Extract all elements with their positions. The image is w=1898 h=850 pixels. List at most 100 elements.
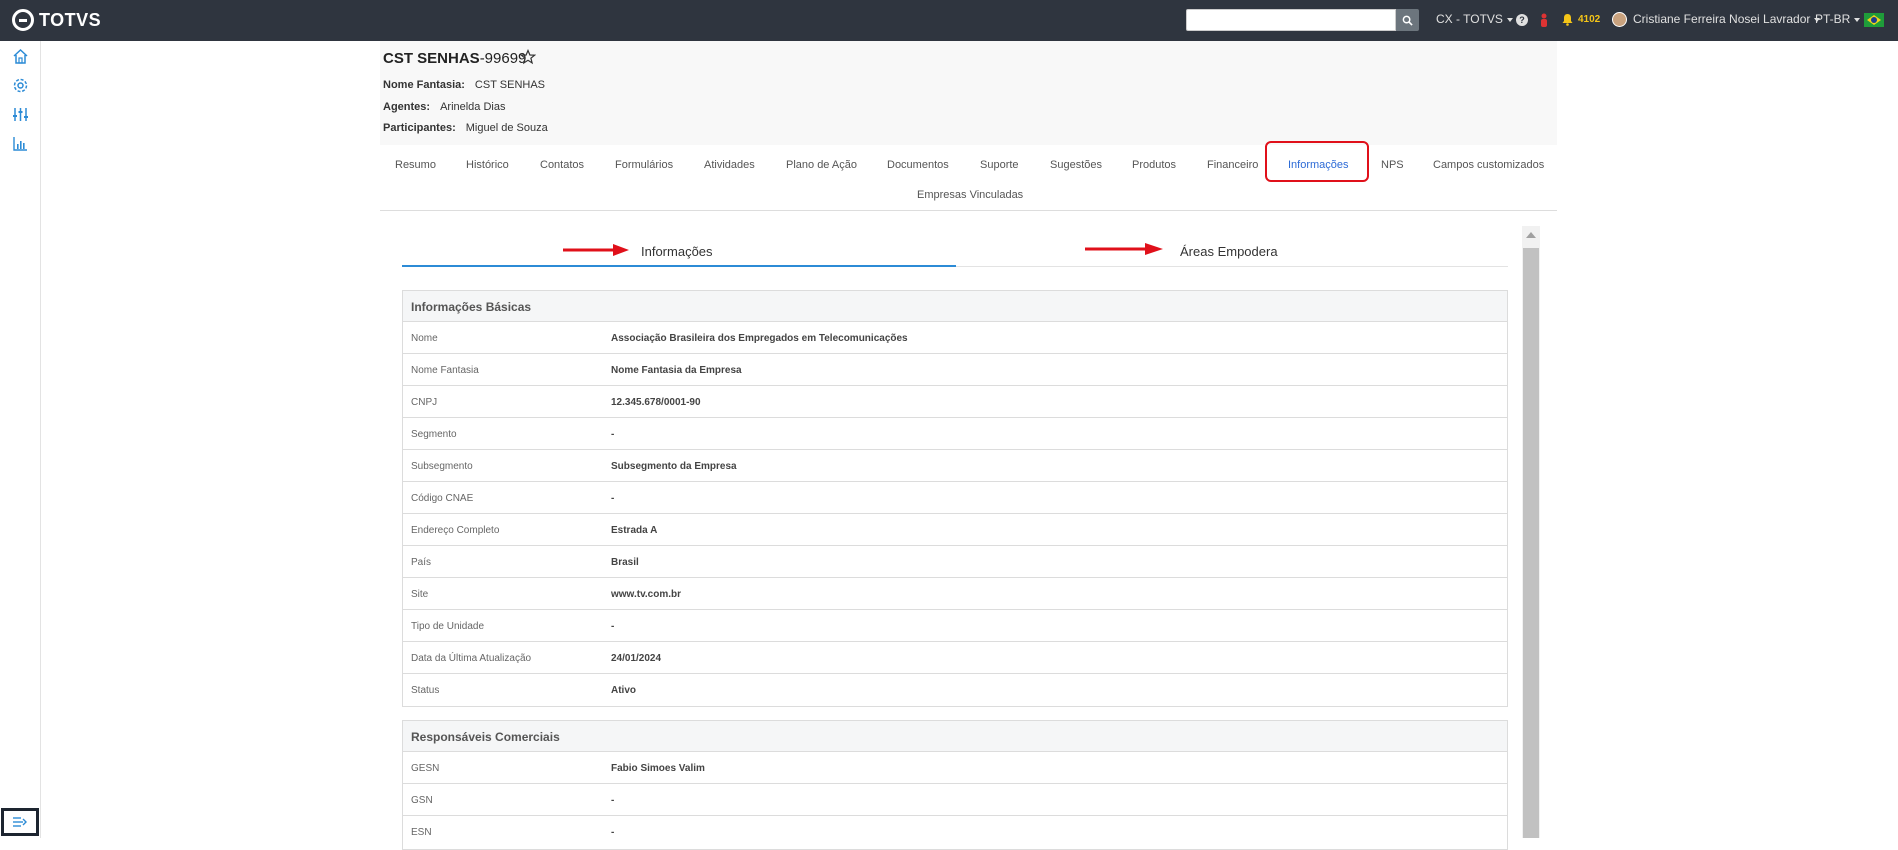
tab-plano-de-acao[interactable]: Plano de Ação (786, 159, 857, 171)
field-label: CNPJ (411, 397, 438, 408)
table-row: GSN - (403, 784, 1507, 816)
field-label: Segmento (411, 429, 457, 440)
tab-atividades[interactable]: Atividades (704, 159, 755, 171)
person-alert-icon[interactable] (1539, 13, 1549, 27)
bell-icon[interactable] (1562, 13, 1573, 26)
subtab-divider (956, 266, 1508, 267)
help-icon[interactable]: ? (1516, 14, 1528, 26)
table-row: ESN - (403, 816, 1507, 848)
nome-fantasia-row: Nome Fantasia: CST SENHAS (383, 79, 545, 91)
tab-historico[interactable]: Histórico (466, 159, 509, 171)
field-value: 24/01/2024 (611, 653, 662, 664)
search-button[interactable] (1396, 9, 1419, 31)
tab-documentos[interactable]: Documentos (887, 159, 949, 171)
totvs-logo[interactable]: TOTVS (12, 9, 101, 31)
field-value: - (611, 493, 615, 504)
org-selector[interactable]: CX - TOTVS (1436, 12, 1513, 26)
field-value: Fabio Simoes Valim (611, 763, 705, 774)
field-value: Subsegmento da Empresa (611, 461, 737, 472)
bar-chart-icon[interactable] (12, 135, 29, 152)
table-row: Endereço Completo Estrada A (403, 514, 1507, 546)
nome-fantasia-value: CST SENHAS (474, 79, 546, 91)
nome-fantasia-label: Nome Fantasia: (383, 79, 465, 91)
field-label: GSN (411, 795, 433, 806)
sliders-icon[interactable] (12, 106, 29, 123)
field-value: Associação Brasileira dos Empregados em … (611, 333, 908, 344)
tab-bar (380, 145, 1557, 211)
scroll-up-icon[interactable] (1526, 232, 1536, 238)
subtab-informacoes[interactable]: Informações (641, 244, 713, 259)
user-menu[interactable]: Cristiane Ferreira Nosei Lavrador (1633, 12, 1821, 26)
tab-formularios[interactable]: Formulários (615, 159, 673, 171)
table-row: Código CNAE - (403, 482, 1507, 514)
field-label: GESN (411, 763, 440, 774)
tab-resumo[interactable]: Resumo (395, 159, 436, 171)
subtab-active-indicator (402, 265, 956, 267)
field-label: Subsegmento (411, 461, 473, 472)
tab-financeiro[interactable]: Financeiro (1207, 159, 1258, 171)
field-value: Estrada A (611, 525, 658, 536)
table-row: Nome Associação Brasileira dos Empregados… (403, 322, 1507, 354)
user-name: Cristiane Ferreira Nosei Lavrador (1633, 12, 1811, 26)
table-row: CNPJ 12.345.678/0001-90 (403, 386, 1507, 418)
language-label: PT-BR (1815, 12, 1851, 26)
field-label: Tipo de Unidade (411, 621, 485, 632)
agentes-label: Agentes: (383, 101, 431, 113)
field-value: 12.345.678/0001-90 (611, 397, 701, 408)
chevron-down-icon (1506, 17, 1513, 22)
left-sidebar (0, 41, 41, 838)
table-row: Nome Fantasia Nome Fantasia da Empresa (403, 354, 1507, 386)
field-label: Nome Fantasia (411, 365, 479, 376)
tab-produtos[interactable]: Produtos (1132, 159, 1176, 171)
search-icon (1402, 15, 1413, 26)
commercial-section: Responsáveis Comerciais GESN Fabio Simoes… (402, 720, 1508, 850)
tab-nps[interactable]: NPS (1381, 159, 1404, 171)
field-value: - (611, 429, 615, 440)
chevron-down-icon (1854, 17, 1861, 22)
language-selector[interactable]: PT-BR (1815, 12, 1861, 26)
field-label: ESN (411, 827, 432, 838)
table-row: GESN Fabio Simoes Valim (403, 752, 1507, 784)
field-value: - (611, 827, 615, 838)
sidebar-toggle-button[interactable] (1, 808, 39, 836)
top-navbar: TOTVS CX - TOTVS ? 4102 Cristiane Ferrei… (0, 0, 1898, 41)
field-value: www.tv.com.br (611, 589, 682, 600)
company-header (380, 41, 1557, 145)
search-input[interactable] (1186, 9, 1396, 31)
tab-sugestoes[interactable]: Sugestões (1050, 159, 1102, 171)
org-selector-label: CX - TOTVS (1436, 12, 1503, 26)
field-value: Nome Fantasia da Empresa (611, 365, 742, 376)
tab-contatos[interactable]: Contatos (540, 159, 584, 171)
scrollbar-thumb[interactable] (1523, 248, 1539, 838)
field-value: Brasil (611, 557, 639, 568)
table-row: Status Ativo (403, 674, 1507, 706)
tab-suporte[interactable]: Suporte (980, 159, 1019, 171)
table-row: País Brasil (403, 546, 1507, 578)
agentes-value: Arinelda Dias (440, 101, 506, 113)
field-label: Site (411, 589, 429, 600)
participantes-row: Participantes: Miguel de Souza (383, 122, 548, 134)
settings-gear-icon[interactable] (12, 77, 29, 94)
field-value: Ativo (611, 685, 636, 696)
field-label: Status (411, 685, 440, 696)
red-arrow-annotation (1085, 243, 1163, 255)
user-avatar[interactable] (1612, 12, 1627, 27)
table-row: Tipo de Unidade - (403, 610, 1507, 642)
field-label: País (411, 557, 432, 568)
tab-empresas-vinculadas[interactable]: Empresas Vinculadas (917, 189, 1023, 201)
brazil-flag-icon[interactable] (1864, 13, 1884, 27)
brand-name: TOTVS (39, 9, 102, 30)
favorite-star-icon[interactable] (520, 49, 536, 65)
agentes-row: Agentes: Arinelda Dias (383, 101, 505, 113)
company-name: CST SENHAS (383, 50, 480, 67)
table-row: Site www.tv.com.br (403, 578, 1507, 610)
field-label: Endereço Completo (411, 525, 500, 536)
field-value: - (611, 795, 615, 806)
home-icon[interactable] (12, 48, 29, 65)
tab-campos-customizados[interactable]: Campos customizados (1433, 159, 1544, 171)
totvs-logo-icon (12, 9, 34, 31)
subtab-areas-empodera[interactable]: Áreas Empodera (1180, 244, 1278, 259)
notification-count[interactable]: 4102 (1578, 14, 1600, 25)
expand-menu-icon (13, 817, 27, 827)
participantes-value: Miguel de Souza (465, 122, 548, 134)
